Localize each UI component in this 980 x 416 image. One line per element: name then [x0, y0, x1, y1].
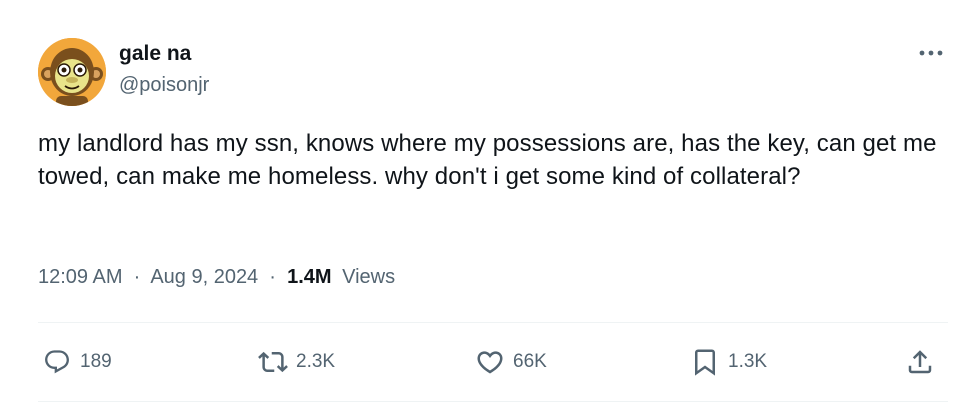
bookmark-button[interactable]: 1.3K: [688, 340, 767, 384]
tweet-card: gale na @poisonjr my landlord has my ssn…: [0, 0, 980, 416]
tweet-time[interactable]: 12:09 AM: [38, 266, 123, 288]
tweet-text: my landlord has my ssn, knows where my p…: [38, 130, 937, 190]
divider: [38, 401, 948, 402]
repost-button[interactable]: 2.3K: [256, 340, 335, 384]
bookmark-icon: [688, 345, 722, 379]
tweet-date[interactable]: Aug 9, 2024: [150, 266, 258, 288]
share-icon: [903, 345, 937, 379]
like-count: 66K: [513, 351, 547, 372]
cartoon-monkey-avatar-icon: [38, 38, 106, 106]
reply-button[interactable]: 189: [40, 340, 112, 384]
repost-icon: [256, 345, 290, 379]
avatar[interactable]: [38, 38, 106, 106]
views-label: Views: [342, 266, 396, 288]
meta-separator: ·: [128, 266, 146, 288]
more-options-icon: [919, 50, 943, 56]
divider: [38, 322, 948, 323]
views-count[interactable]: 1.4M: [287, 266, 331, 288]
like-button[interactable]: 66K: [473, 340, 547, 384]
bookmark-count: 1.3K: [728, 351, 768, 372]
meta-separator: ·: [263, 266, 282, 288]
repost-count: 2.3K: [296, 351, 336, 372]
reply-icon: [40, 345, 74, 379]
reply-count: 189: [80, 351, 112, 372]
tweet-meta: 12:09 AM · Aug 9, 2024 · 1.4M Views: [38, 266, 395, 289]
share-button[interactable]: [903, 340, 937, 384]
heart-icon: [473, 345, 507, 379]
more-options-button[interactable]: [915, 43, 947, 63]
user-handle[interactable]: @poisonjr: [119, 74, 209, 97]
action-bar: 189 2.3K 66K 1.3K: [0, 340, 980, 384]
display-name[interactable]: gale na: [119, 42, 191, 66]
